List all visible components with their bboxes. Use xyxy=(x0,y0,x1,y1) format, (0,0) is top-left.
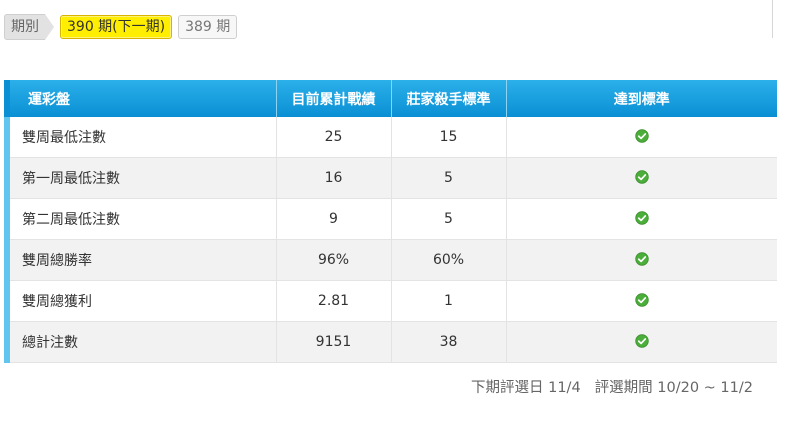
table-row: 第二周最低注數 9 5 xyxy=(4,198,777,240)
footer-note: 下期評選日 11/4 評選期間 10/20 ~ 11/2 xyxy=(471,376,790,397)
period-previous-button[interactable]: 389 期 xyxy=(178,15,238,39)
row-name: 雙周最低注數 xyxy=(4,117,277,158)
stats-table: 運彩盤 目前累計戰績 莊家殺手標準 達到標準 雙周最低注數 25 15 第一周最低注數… xyxy=(4,80,777,363)
period-selector: 期別 390 期(下一期) 389 期 xyxy=(4,14,238,40)
table-row: 第一周最低注數 16 5 xyxy=(4,157,777,199)
row-name: 第一周最低注數 xyxy=(4,157,277,199)
header-met: 達到標準 xyxy=(506,80,777,117)
table-body: 雙周最低注數 25 15 第一周最低注數 16 5 第二周最低注數 9 5 雙周總勝率 96% 60%… xyxy=(4,117,777,363)
row-current-record: 16 xyxy=(276,157,392,199)
row-name: 總計注數 xyxy=(4,321,277,363)
check-circle-icon xyxy=(635,333,649,348)
row-met xyxy=(506,198,777,240)
row-name: 第二周最低注數 xyxy=(4,198,277,240)
table-row: 雙周總獲利 2.81 1 xyxy=(4,280,777,322)
check-circle-icon xyxy=(635,169,649,184)
check-circle-icon xyxy=(635,210,649,225)
row-name: 雙周總勝率 xyxy=(4,239,277,281)
table-row: 雙周最低注數 25 15 xyxy=(4,117,777,158)
row-met xyxy=(506,321,777,363)
table-header-row: 運彩盤 目前累計戰績 莊家殺手標準 達到標準 xyxy=(4,80,777,117)
row-standard: 5 xyxy=(391,198,507,240)
row-current-record: 96% xyxy=(276,239,392,281)
header-standard: 莊家殺手標準 xyxy=(391,80,507,117)
row-name: 雙周總獲利 xyxy=(4,280,277,322)
next-selection-date: 下期評選日 11/4 xyxy=(471,380,581,396)
header-current: 目前累計戰績 xyxy=(276,80,392,117)
row-current-record: 25 xyxy=(276,117,392,158)
row-standard: 5 xyxy=(391,157,507,199)
row-met xyxy=(506,239,777,281)
divider xyxy=(772,0,773,38)
check-circle-icon xyxy=(635,251,649,266)
period-current-button[interactable]: 390 期(下一期) xyxy=(60,15,173,39)
row-met xyxy=(506,117,777,158)
row-standard: 1 xyxy=(391,280,507,322)
period-label: 期別 xyxy=(4,14,54,40)
row-current-record: 9 xyxy=(276,198,392,240)
row-met xyxy=(506,157,777,199)
table-row: 雙周總勝率 96% 60% xyxy=(4,239,777,281)
check-circle-icon xyxy=(635,128,649,143)
row-current-record: 9151 xyxy=(276,321,392,363)
selection-period: 評選期間 10/20 ~ 11/2 xyxy=(594,380,753,396)
row-met xyxy=(506,280,777,322)
row-standard: 15 xyxy=(391,117,507,158)
header-name: 運彩盤 xyxy=(4,80,277,117)
row-current-record: 2.81 xyxy=(276,280,392,322)
table-row: 總計注數 9151 38 xyxy=(4,321,777,363)
page: 期別 390 期(下一期) 389 期 運彩盤 目前累計戰績 莊家殺手標準 達到… xyxy=(0,0,790,439)
row-standard: 38 xyxy=(391,321,507,363)
check-circle-icon xyxy=(635,292,649,307)
row-standard: 60% xyxy=(391,239,507,281)
